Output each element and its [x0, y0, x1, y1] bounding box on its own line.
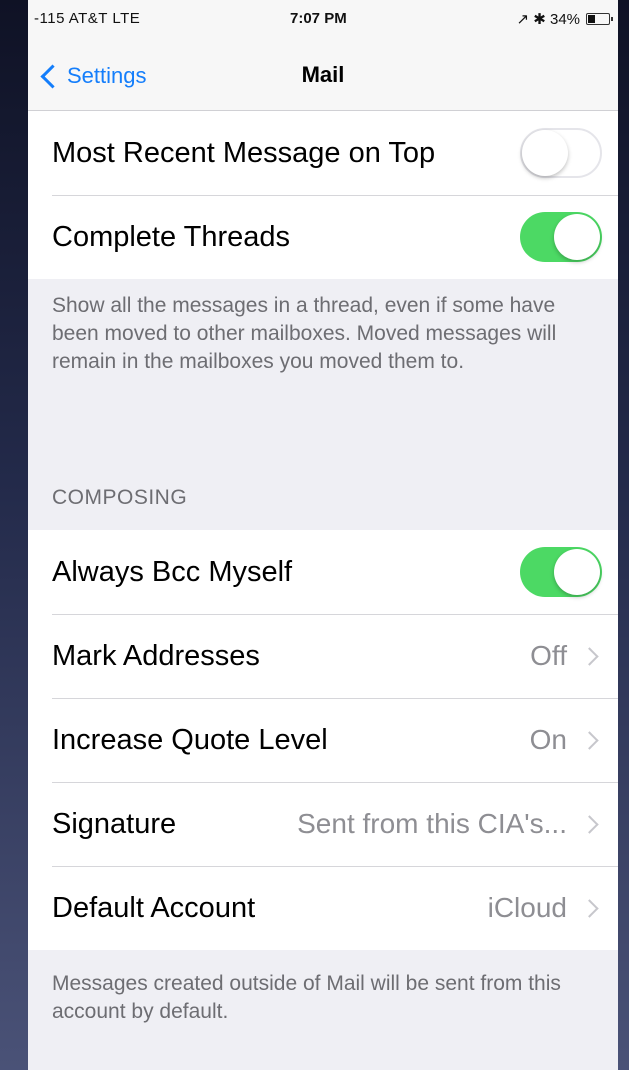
increase-quote-level-row[interactable]: Increase Quote Level On — [28, 698, 618, 782]
mark-addresses-value: Off — [530, 640, 567, 671]
signature-row[interactable]: Signature Sent from this CIA's... — [28, 782, 618, 866]
complete-threads-row: Complete Threads — [28, 195, 618, 279]
status-bar: -115 AT&T LTE 7:07 PM ↗ ✱ 34% — [28, 0, 618, 40]
signature-label: Signature — [52, 807, 177, 840]
threading-group: Most Recent Message on Top Complete Thre… — [28, 111, 618, 279]
threads-footer-text: Show all the messages in a thread, even … — [52, 294, 557, 373]
default-account-footer-text: Messages created outside of Mail will be… — [52, 972, 561, 1023]
increase-quote-level-label: Increase Quote Level — [52, 723, 328, 756]
status-indicators: ↗ ✱ 34% — [516, 11, 581, 28]
chevron-right-icon — [580, 814, 599, 834]
chevron-right-icon — [580, 646, 599, 666]
most-recent-on-top-toggle[interactable] — [520, 128, 602, 178]
composing-group: Always Bcc Myself Mark Addresses Off Inc… — [28, 530, 618, 950]
default-account-label: Default Account — [52, 891, 256, 924]
complete-threads-label: Complete Threads — [52, 220, 291, 253]
complete-threads-toggle[interactable] — [520, 212, 602, 262]
mark-addresses-label: Mark Addresses — [52, 639, 260, 672]
battery-level-fill — [588, 15, 596, 23]
most-recent-on-top-label: Most Recent Message on Top — [52, 136, 436, 169]
navigation-bar: Settings Mail — [28, 40, 618, 111]
always-bcc-label: Always Bcc Myself — [52, 555, 293, 588]
chevron-right-icon — [580, 898, 599, 918]
toggle-knob — [522, 130, 568, 176]
composing-section-header: COMPOSING — [52, 486, 188, 509]
always-bcc-toggle[interactable] — [520, 547, 602, 597]
default-account-row[interactable]: Default Account iCloud — [28, 866, 618, 950]
mark-addresses-row[interactable]: Mark Addresses Off — [28, 614, 618, 698]
toggle-knob — [554, 214, 600, 260]
phone-screen: -115 AT&T LTE 7:07 PM ↗ ✱ 34% Settings M… — [28, 0, 618, 1070]
always-bcc-row: Always Bcc Myself — [28, 530, 618, 614]
chevron-right-icon — [580, 730, 599, 750]
page-title: Mail — [301, 62, 345, 87]
toggle-knob — [554, 549, 600, 595]
signature-value: Sent from this CIA's... — [297, 808, 567, 839]
battery-icon — [586, 13, 613, 25]
increase-quote-level-value: On — [529, 724, 567, 755]
carrier-signal: -115 AT&T LTE — [34, 10, 141, 27]
most-recent-on-top-row: Most Recent Message on Top — [28, 111, 618, 195]
default-account-value: iCloud — [487, 892, 567, 923]
status-time: 7:07 PM — [290, 10, 347, 27]
